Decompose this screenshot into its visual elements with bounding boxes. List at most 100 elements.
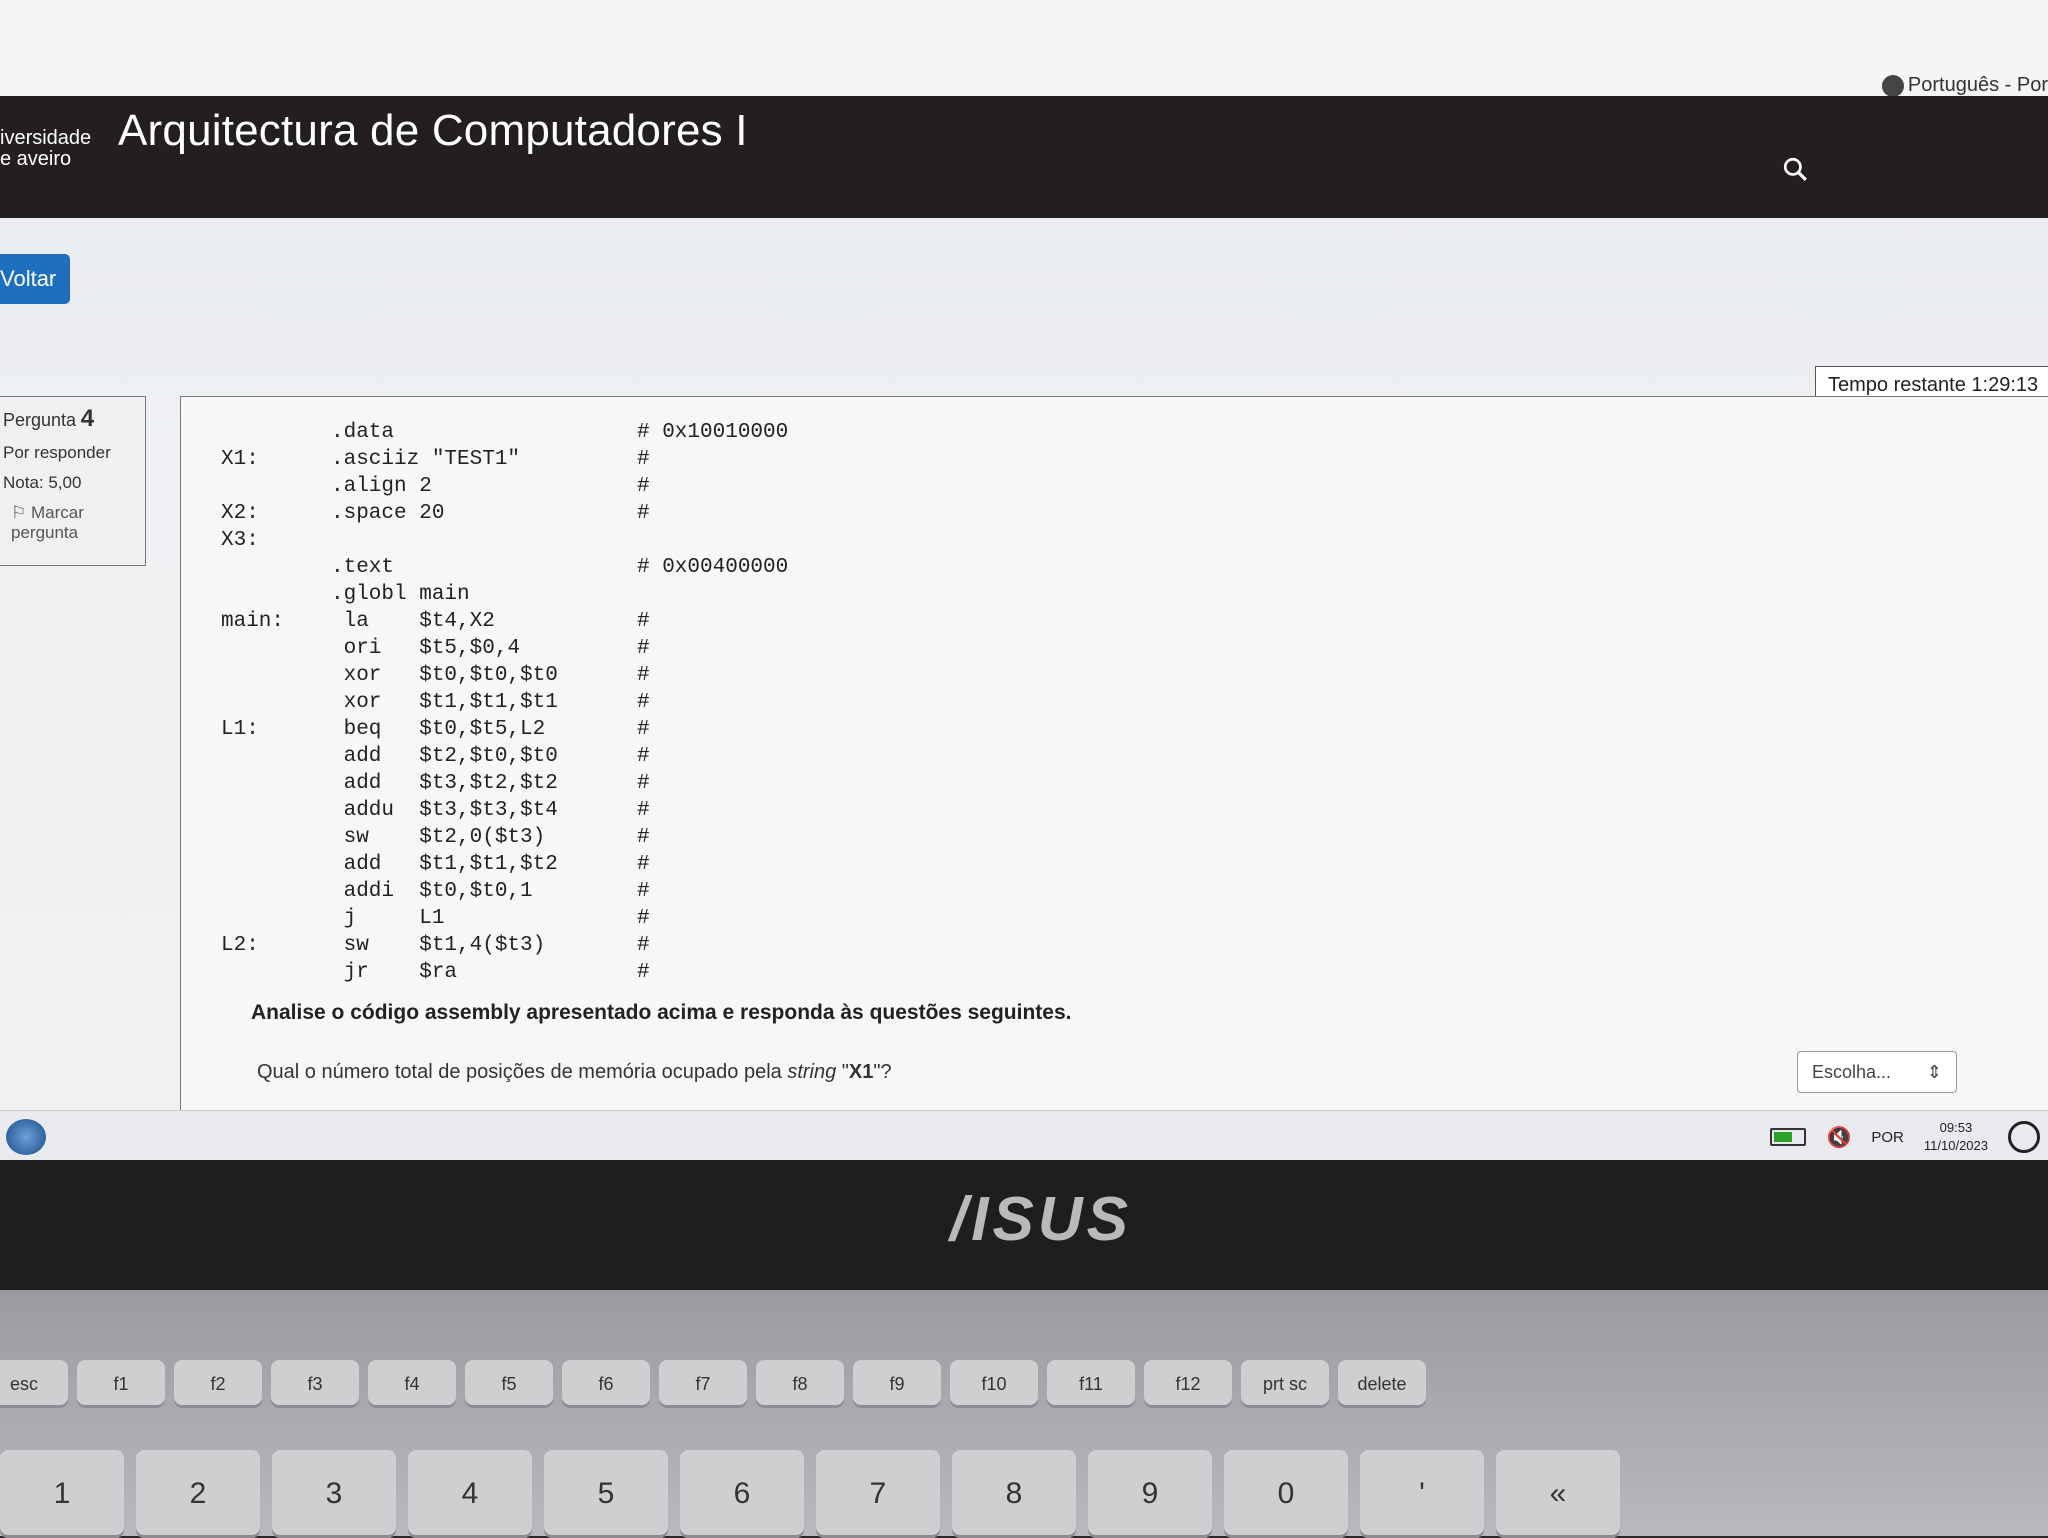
clock[interactable]: 09:53 11/10/2023 bbox=[1924, 1119, 1988, 1155]
laptop-brand-logo: /ISUS bbox=[950, 1185, 1132, 1254]
code-label: X3: bbox=[221, 529, 259, 552]
power-icon[interactable] bbox=[2008, 1121, 2040, 1153]
question-text-bold: X1 bbox=[848, 1061, 874, 1083]
code-comment: # bbox=[637, 853, 650, 876]
code-comment: # 0x10010000 bbox=[637, 421, 789, 444]
code-comment: # bbox=[637, 826, 650, 849]
question-label: Pergunta bbox=[3, 410, 77, 430]
course-title[interactable]: Arquitectura de Computadores I bbox=[118, 106, 748, 156]
flag-question-link[interactable]: ⚐ Marcar pergunta bbox=[11, 503, 145, 543]
input-language[interactable]: POR bbox=[1871, 1129, 1904, 1146]
code-comment: # bbox=[637, 637, 650, 660]
clock-time: 09:53 bbox=[1939, 1120, 1973, 1135]
number-key-9: 0 bbox=[1224, 1450, 1348, 1538]
flag-icon: ⚐ bbox=[11, 503, 27, 522]
code-comment: # bbox=[637, 475, 650, 498]
question-number-row: Pergunta 4 bbox=[3, 405, 145, 433]
code-comment: # bbox=[637, 691, 650, 714]
key-6: f6 bbox=[562, 1360, 650, 1408]
number-key-8: 9 bbox=[1088, 1450, 1212, 1538]
question-status: Por responder bbox=[3, 443, 111, 462]
question-text-italic: string bbox=[787, 1061, 837, 1083]
university-line2: e aveiro bbox=[0, 148, 72, 170]
code-instruction: xor $t1,$t1,$t1 bbox=[331, 691, 558, 714]
code-instruction: j L1 bbox=[331, 907, 445, 930]
code-comment: # bbox=[637, 772, 650, 795]
question-content: .data # 0x10010000 X1: .asciiz "TEST1" # .ali… bbox=[180, 396, 2048, 1160]
code-comment: # bbox=[637, 610, 650, 633]
key-3: f3 bbox=[271, 1360, 359, 1408]
code-instruction: beq $t0,$t5,L2 bbox=[331, 718, 546, 741]
key-4: f4 bbox=[368, 1360, 456, 1408]
globe-icon bbox=[1881, 74, 1904, 97]
number-key-2: 3 bbox=[272, 1450, 396, 1538]
code-comment: # bbox=[637, 934, 650, 957]
code-comment: # bbox=[637, 664, 650, 687]
code-instruction: add $t2,$t0,$t0 bbox=[331, 745, 558, 768]
number-key-5: 6 bbox=[680, 1450, 804, 1538]
language-label: Português - Por bbox=[1907, 74, 2048, 96]
key-10: f10 bbox=[950, 1360, 1038, 1408]
code-comment: # bbox=[637, 961, 650, 984]
back-button[interactable]: Voltar bbox=[0, 254, 70, 304]
language-selector[interactable]: Português - Por bbox=[1881, 74, 2048, 97]
question-text-after: "? bbox=[873, 1061, 892, 1083]
code-instruction: add $t3,$t2,$t2 bbox=[331, 772, 558, 795]
number-key-11: « bbox=[1496, 1450, 1620, 1538]
question-info-panel: Pergunta 4 Por responder Nota: 5,00 ⚐ Ma… bbox=[0, 396, 146, 566]
code-label: L2: bbox=[221, 934, 259, 957]
code-comment: # 0x00400000 bbox=[637, 556, 789, 579]
answer-select-value: Escolha... bbox=[1812, 1061, 1892, 1082]
key-7: f7 bbox=[659, 1360, 747, 1408]
search-icon[interactable] bbox=[1782, 156, 1807, 181]
code-instruction: .data bbox=[331, 421, 395, 444]
key-11: f11 bbox=[1047, 1360, 1135, 1408]
code-instruction: add $t1,$t1,$t2 bbox=[331, 853, 558, 876]
site-header: iversidade e aveiro Arquitectura de Comp… bbox=[0, 96, 2048, 218]
question-text-before: Qual o número total de posições de memór… bbox=[257, 1061, 788, 1083]
number-key-4: 5 bbox=[544, 1450, 668, 1538]
key-12: f12 bbox=[1144, 1360, 1232, 1408]
question-grade: Nota: 5,00 bbox=[3, 473, 82, 492]
taskbar: 🔇 POR 09:53 11/10/2023 bbox=[0, 1110, 2048, 1160]
code-instruction: sw $t1,4($t3) bbox=[331, 934, 546, 957]
mute-icon[interactable]: 🔇 bbox=[1826, 1125, 1851, 1150]
code-comment: # bbox=[637, 448, 650, 471]
question-number: 4 bbox=[80, 405, 95, 432]
code-comment: # bbox=[637, 502, 650, 525]
battery-icon[interactable] bbox=[1770, 1128, 1807, 1146]
key-1: f1 bbox=[77, 1360, 165, 1408]
code-instruction: .globl main bbox=[331, 583, 470, 606]
code-label: L1: bbox=[221, 718, 259, 741]
top-strip: Português - Por bbox=[0, 0, 2048, 97]
question-prompt: Analise o código assembly apresentado ac… bbox=[251, 1001, 1072, 1024]
answer-select[interactable]: Escolha... ⇕ bbox=[1797, 1051, 1957, 1093]
key-9: f9 bbox=[853, 1360, 941, 1408]
number-key-10: ' bbox=[1360, 1450, 1484, 1538]
code-instruction: ori $t5,$0,4 bbox=[331, 637, 521, 660]
flag-label-2: pergunta bbox=[11, 523, 79, 542]
question-quote-open: " bbox=[836, 1061, 849, 1083]
key-8: f8 bbox=[756, 1360, 844, 1408]
code-label: main: bbox=[221, 610, 285, 633]
code-instruction: jr $ra bbox=[331, 961, 458, 984]
university-line1: iversidade bbox=[0, 127, 92, 149]
system-tray: 🔇 POR 09:53 11/10/2023 bbox=[1770, 1117, 2048, 1157]
key-2: f2 bbox=[174, 1360, 262, 1408]
question-text: Qual o número total de posições de memór… bbox=[257, 1061, 892, 1084]
code-comment: # bbox=[637, 799, 650, 822]
code-label: X2: bbox=[221, 502, 259, 525]
laptop-keyboard: esc f1 f2 f3 f4 f5 f6 f7 f8 f9 f10 f11 f12 prt sc dele… bbox=[0, 1290, 2048, 1538]
key-13: prt sc bbox=[1241, 1360, 1329, 1408]
code-instruction: addi $t0,$t0,1 bbox=[331, 880, 533, 903]
code-comment: # bbox=[637, 745, 650, 768]
code-instruction: addu $t3,$t3,$t4 bbox=[331, 799, 558, 822]
code-comment: # bbox=[637, 718, 650, 741]
code-instruction: .text bbox=[331, 556, 395, 579]
code-instruction: .asciiz "TEST1" bbox=[331, 448, 521, 471]
code-instruction: .align 2 bbox=[331, 475, 432, 498]
chevron-updown-icon: ⇕ bbox=[1926, 1061, 1942, 1082]
start-button[interactable] bbox=[6, 1119, 46, 1155]
code-instruction: xor $t0,$t0,$t0 bbox=[331, 664, 558, 687]
university-logo[interactable]: iversidade e aveiro bbox=[0, 128, 91, 170]
